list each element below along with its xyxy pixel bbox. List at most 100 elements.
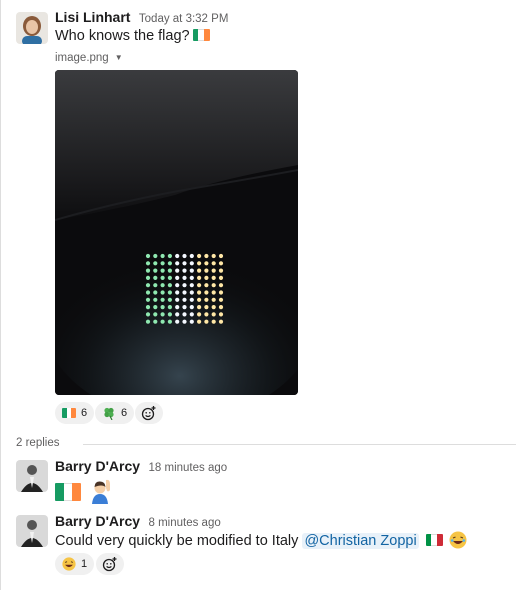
avatar-barry-darcy[interactable] (16, 460, 48, 492)
laughing-face-icon (449, 531, 467, 549)
led-dot (153, 312, 158, 317)
left-border (0, 0, 1, 590)
led-dot (175, 253, 180, 259)
message-header: Barry D'Arcy 8 minutes ago (55, 513, 221, 531)
attachment-label[interactable]: image.png ▼ (55, 52, 123, 64)
message-body: Who knows the flag? (55, 28, 190, 44)
led-dot (197, 275, 202, 280)
led-dot (211, 305, 216, 310)
attachment-image[interactable] (55, 70, 298, 395)
timestamp[interactable]: 18 minutes ago (149, 462, 228, 474)
led-dot (204, 253, 209, 259)
led-dot (197, 261, 202, 266)
led-dot (160, 312, 165, 317)
led-dot (218, 261, 224, 266)
led-dot (182, 268, 187, 273)
led-dot (153, 305, 158, 310)
replies-divider: 2 replies (16, 437, 516, 451)
user-mention[interactable]: @Christian Zoppi (302, 533, 419, 549)
led-dot (167, 305, 172, 310)
led-dot (211, 268, 216, 273)
led-dot (218, 283, 224, 288)
led-dot (182, 275, 187, 280)
raising-hand-person-icon (92, 479, 111, 504)
divider-line (83, 444, 516, 445)
led-dot (218, 290, 224, 295)
author-name[interactable]: Barry D'Arcy (55, 513, 140, 529)
led-dot (197, 268, 202, 273)
reaction-count: 1 (81, 558, 88, 570)
add-reaction-button[interactable] (135, 402, 163, 424)
led-dot (175, 275, 180, 280)
led-dot (218, 305, 224, 310)
led-dot (175, 283, 180, 288)
led-dot (211, 283, 216, 288)
led-dot (204, 261, 209, 266)
led-dot (175, 305, 180, 310)
led-dot (175, 297, 180, 302)
led-dot (218, 312, 224, 317)
message-header: Lisi Linhart Today at 3:32 PM (55, 9, 228, 27)
message-text (55, 478, 115, 504)
author-name[interactable]: Lisi Linhart (55, 9, 130, 25)
led-dot (197, 319, 202, 324)
led-dot (153, 297, 158, 302)
led-dot (182, 261, 187, 266)
ireland-flag-icon (55, 483, 81, 501)
ireland-flag-icon (62, 408, 76, 418)
chevron-down-icon[interactable]: ▼ (115, 53, 123, 62)
replies-count: 2 replies (16, 437, 66, 449)
reaction-ireland-flag[interactable]: 6 (55, 402, 95, 424)
led-dot (145, 283, 151, 288)
led-dot (189, 319, 194, 324)
led-dot (189, 275, 194, 280)
led-dot (197, 253, 202, 259)
reaction-four-leaf-clover[interactable]: 6 (95, 402, 135, 424)
author-name[interactable]: Barry D'Arcy (55, 458, 140, 474)
avatar-lisi-linhart[interactable] (16, 12, 48, 44)
led-dot (160, 319, 165, 324)
led-dot (211, 290, 216, 295)
led-dot (160, 261, 165, 266)
four-leaf-clover-icon (104, 407, 114, 420)
led-dot (218, 268, 224, 273)
message-header: Barry D'Arcy 18 minutes ago (55, 458, 227, 476)
avatar-barry-darcy[interactable] (16, 515, 48, 547)
reaction-laughing-face[interactable]: 1 (55, 553, 95, 575)
led-dot (189, 261, 194, 266)
led-dot (211, 319, 216, 324)
led-dot (145, 253, 151, 259)
led-dot (189, 253, 194, 259)
led-dot (204, 275, 209, 280)
led-dot (167, 290, 172, 295)
led-dot (204, 283, 209, 288)
laughing-face-icon (62, 557, 76, 571)
led-dot (182, 305, 187, 310)
led-dot (189, 305, 194, 310)
led-dot (218, 319, 224, 324)
led-dot (175, 268, 180, 273)
led-dot (160, 297, 165, 302)
message-body: Could very quickly be modified to Italy (55, 533, 299, 549)
led-dot (145, 319, 151, 324)
led-dot (182, 283, 187, 288)
ireland-flag-icon (192, 29, 210, 41)
led-dot (175, 319, 180, 324)
led-dot (167, 319, 172, 324)
add-emoji-icon (102, 557, 117, 572)
led-dot (204, 312, 209, 317)
led-dot (167, 312, 172, 317)
add-reaction-button[interactable] (96, 553, 124, 575)
led-dot (167, 253, 172, 259)
led-dot (160, 290, 165, 295)
attachment-filename: image.png (55, 52, 109, 64)
led-dot (145, 275, 151, 280)
timestamp[interactable]: Today at 3:32 PM (139, 13, 229, 25)
led-dot (204, 268, 209, 273)
led-dot (189, 297, 194, 302)
led-dot (218, 275, 224, 280)
timestamp[interactable]: 8 minutes ago (149, 517, 221, 529)
led-dot (160, 268, 165, 273)
led-dot (160, 253, 165, 259)
led-dot (197, 297, 202, 302)
